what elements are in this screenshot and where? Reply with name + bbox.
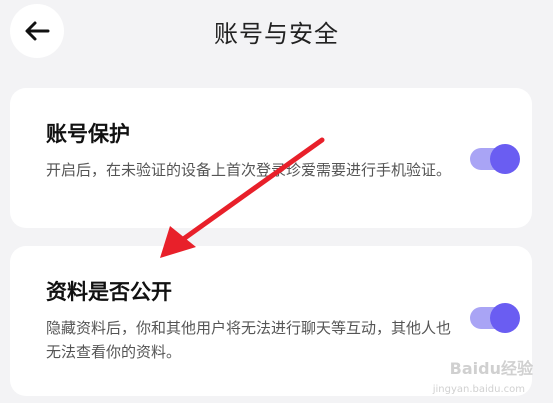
account-protection-title: 账号保护 [46, 122, 130, 146]
toggle-knob [490, 303, 520, 333]
header-bar: 账号与安全 [0, 0, 553, 64]
profile-public-title: 资料是否公开 [46, 280, 172, 304]
watermark-url: jingyan.baidu.com [432, 384, 525, 395]
account-protection-card: 账号保护 开启后，在未验证的设备上首次登录珍爱需要进行手机验证。 [10, 88, 532, 228]
account-protection-description: 开启后，在未验证的设备上首次登录珍爱需要进行手机验证。 [46, 161, 452, 179]
account-protection-toggle[interactable] [470, 144, 520, 174]
profile-public-description: 隐藏资料后，你和其他用户将无法进行聊天等互动，其他人也无法查看你的资料。 [46, 319, 452, 361]
toggle-knob [490, 144, 520, 174]
watermark-logo: Baidu经验 [449, 359, 533, 378]
page-title: 账号与安全 [214, 20, 339, 48]
profile-public-toggle[interactable] [470, 303, 520, 333]
